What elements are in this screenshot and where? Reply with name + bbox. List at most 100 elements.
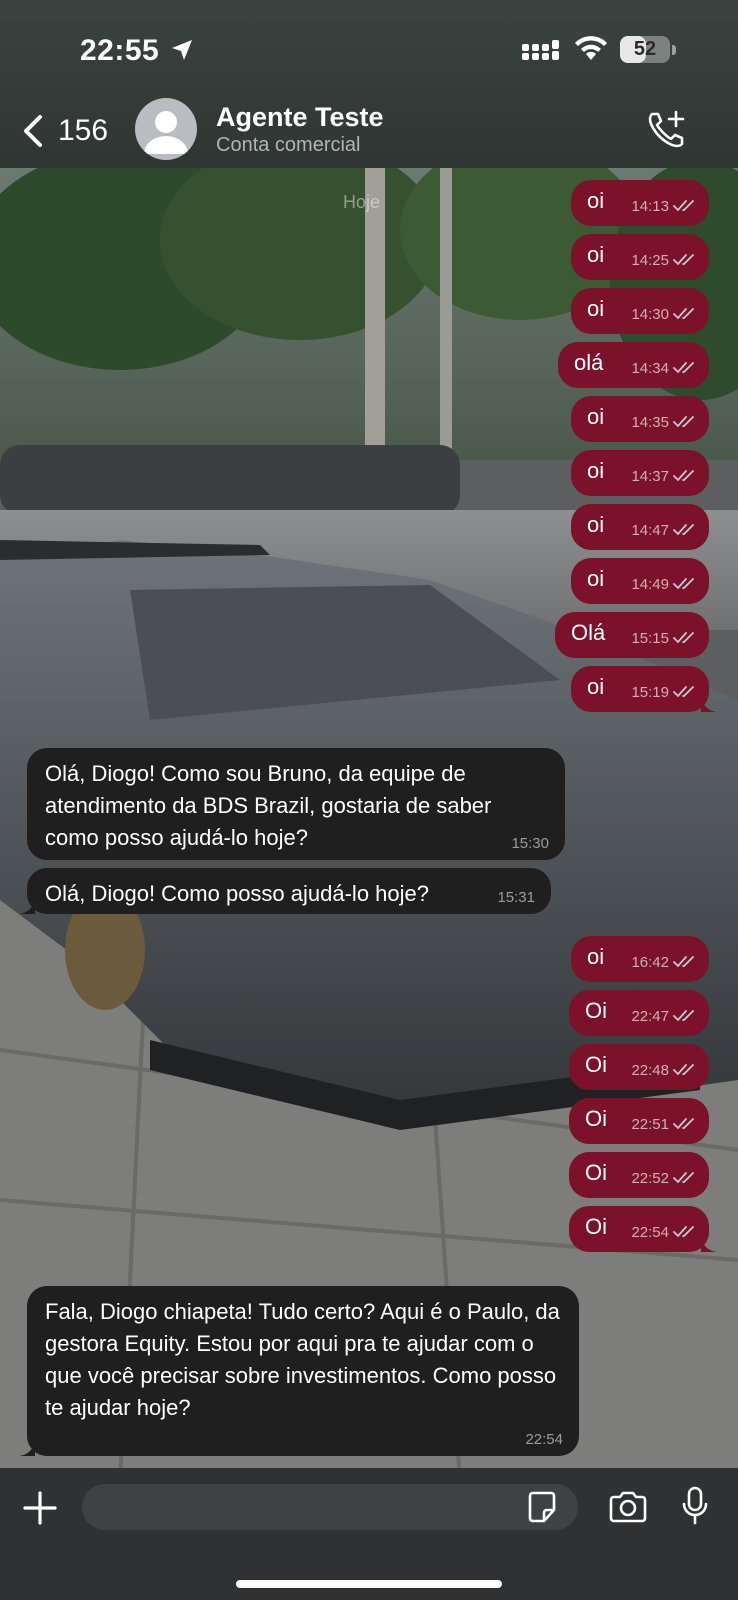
phone-plus-icon[interactable] <box>644 108 688 152</box>
message-text: Oi <box>585 1160 607 1185</box>
battery-level: 52 <box>633 38 657 60</box>
outgoing-message[interactable]: Oi 22:51 <box>569 1098 709 1144</box>
chevron-left-icon <box>24 115 42 147</box>
wifi-icon <box>575 36 607 60</box>
status-time: 22:55 <box>80 34 160 67</box>
outgoing-message[interactable]: oi 14:13 <box>571 180 709 226</box>
battery-nub <box>672 45 676 55</box>
double-check-icon <box>673 956 694 968</box>
incoming-message[interactable]: Fala, Diogo chiapeta! Tudo certo? Aqui é… <box>19 1286 579 1456</box>
message-time: 15:30 <box>511 835 549 852</box>
double-check-icon <box>673 1064 694 1076</box>
message-time: 14:34 <box>631 360 669 377</box>
double-check-icon <box>673 1172 694 1184</box>
back-button[interactable]: 156 <box>20 108 120 154</box>
unread-count: 156 <box>58 114 109 147</box>
incoming-message[interactable]: Olá, Diogo! Como posso ajudá-lo hoje? 15:… <box>19 868 551 914</box>
signal-icon <box>522 40 559 60</box>
battery-icon: 52 <box>620 36 670 63</box>
incoming-message[interactable]: Olá, Diogo! Como sou Bruno, da equipe de… <box>27 748 565 860</box>
message-text: Oi <box>585 1106 607 1131</box>
message-text: oi <box>587 566 605 591</box>
avatar-person-icon <box>144 111 188 154</box>
message-text: Oi <box>585 1052 607 1077</box>
home-indicator <box>236 1580 502 1588</box>
double-check-icon <box>673 524 694 536</box>
outgoing-message[interactable]: oi 14:35 <box>571 396 709 442</box>
outgoing-message[interactable]: olá 14:34 <box>558 342 709 388</box>
outgoing-message[interactable]: Oi 22:48 <box>569 1044 709 1090</box>
outgoing-message[interactable]: Oi 22:52 <box>569 1152 709 1198</box>
message-text: oi <box>587 674 605 699</box>
message-time: 16:42 <box>631 954 669 971</box>
message-text: Olá, Diogo! Como sou Bruno, da equipe de… <box>45 761 492 850</box>
bubble-tail <box>701 1236 717 1252</box>
message-text: Olá, Diogo! Como posso ajudá-lo hoje? <box>45 881 430 906</box>
message-list[interactable]: Hoje oi 14:13 oi 14:25 oi 14:30 olá 14:34 oi 14:3… <box>0 168 738 1468</box>
bubble-tail <box>701 696 717 712</box>
double-check-icon <box>673 416 694 428</box>
message-text: olá <box>574 350 604 375</box>
message-text: oi <box>587 512 605 537</box>
outgoing-message[interactable]: oi 16:42 <box>571 936 709 982</box>
sticker-icon[interactable] <box>526 1490 558 1524</box>
message-time: 22:54 <box>525 1431 563 1448</box>
double-check-icon <box>673 1010 694 1022</box>
outgoing-message[interactable]: oi 14:37 <box>571 450 709 496</box>
plus-icon[interactable] <box>22 1490 58 1526</box>
double-check-icon <box>673 578 694 590</box>
date-chip: Hoje <box>343 192 381 212</box>
message-text: Fala, Diogo chiapeta! Tudo certo? Aqui é… <box>45 1299 560 1420</box>
message-time: 22:47 <box>631 1008 669 1025</box>
double-check-icon <box>673 686 694 698</box>
message-time: 14:47 <box>631 522 669 539</box>
message-time: 14:25 <box>631 252 669 269</box>
message-text: oi <box>587 944 605 969</box>
camera-icon[interactable] <box>608 1490 648 1524</box>
contact-subtitle: Conta comercial <box>216 134 361 156</box>
double-check-icon <box>673 254 694 266</box>
message-time: 15:31 <box>497 889 535 906</box>
double-check-icon <box>673 1118 694 1130</box>
outgoing-message[interactable]: oi 14:30 <box>571 288 709 334</box>
message-time: 22:54 <box>631 1224 669 1241</box>
double-check-icon <box>673 200 694 212</box>
message-text: oi <box>587 458 605 483</box>
outgoing-message[interactable]: oi 14:47 <box>571 504 709 550</box>
bubble-tail <box>19 1440 35 1456</box>
message-text: oi <box>587 188 605 213</box>
double-check-icon <box>673 1226 694 1238</box>
outgoing-message[interactable]: oi 14:49 <box>571 558 709 604</box>
message-time: 14:30 <box>631 306 669 323</box>
double-check-icon <box>673 362 694 374</box>
microphone-icon[interactable] <box>682 1486 708 1526</box>
message-input[interactable] <box>82 1484 578 1530</box>
message-time: 14:35 <box>631 414 669 431</box>
message-text: Oi <box>585 998 607 1023</box>
message-time: 22:51 <box>631 1116 669 1133</box>
chat-header: 156 Agente Teste Conta comercial <box>0 96 738 168</box>
message-time: 15:15 <box>631 630 669 647</box>
double-check-icon <box>673 308 694 320</box>
outgoing-message[interactable]: oi 15:19 <box>571 666 717 712</box>
message-time: 22:48 <box>631 1062 669 1079</box>
message-time: 14:49 <box>631 576 669 593</box>
double-check-icon <box>673 632 694 644</box>
message-text: oi <box>587 296 605 321</box>
message-text: oi <box>587 242 605 267</box>
location-arrow-icon <box>172 40 192 60</box>
message-time: 22:52 <box>631 1170 669 1187</box>
input-bar <box>0 1468 738 1600</box>
outgoing-message[interactable]: Oi 22:47 <box>569 990 709 1036</box>
outgoing-message[interactable]: Olá 15:15 <box>555 612 709 658</box>
bubble-tail <box>19 898 35 914</box>
message-text: Olá <box>571 620 606 645</box>
message-time: 14:37 <box>631 468 669 485</box>
message-text: oi <box>587 404 605 429</box>
contact-name[interactable]: Agente Teste <box>216 102 384 133</box>
double-check-icon <box>673 470 694 482</box>
outgoing-message[interactable]: oi 14:25 <box>571 234 709 280</box>
outgoing-message[interactable]: Oi 22:54 <box>569 1206 717 1252</box>
avatar[interactable] <box>135 98 197 160</box>
message-text: Oi <box>585 1214 607 1239</box>
